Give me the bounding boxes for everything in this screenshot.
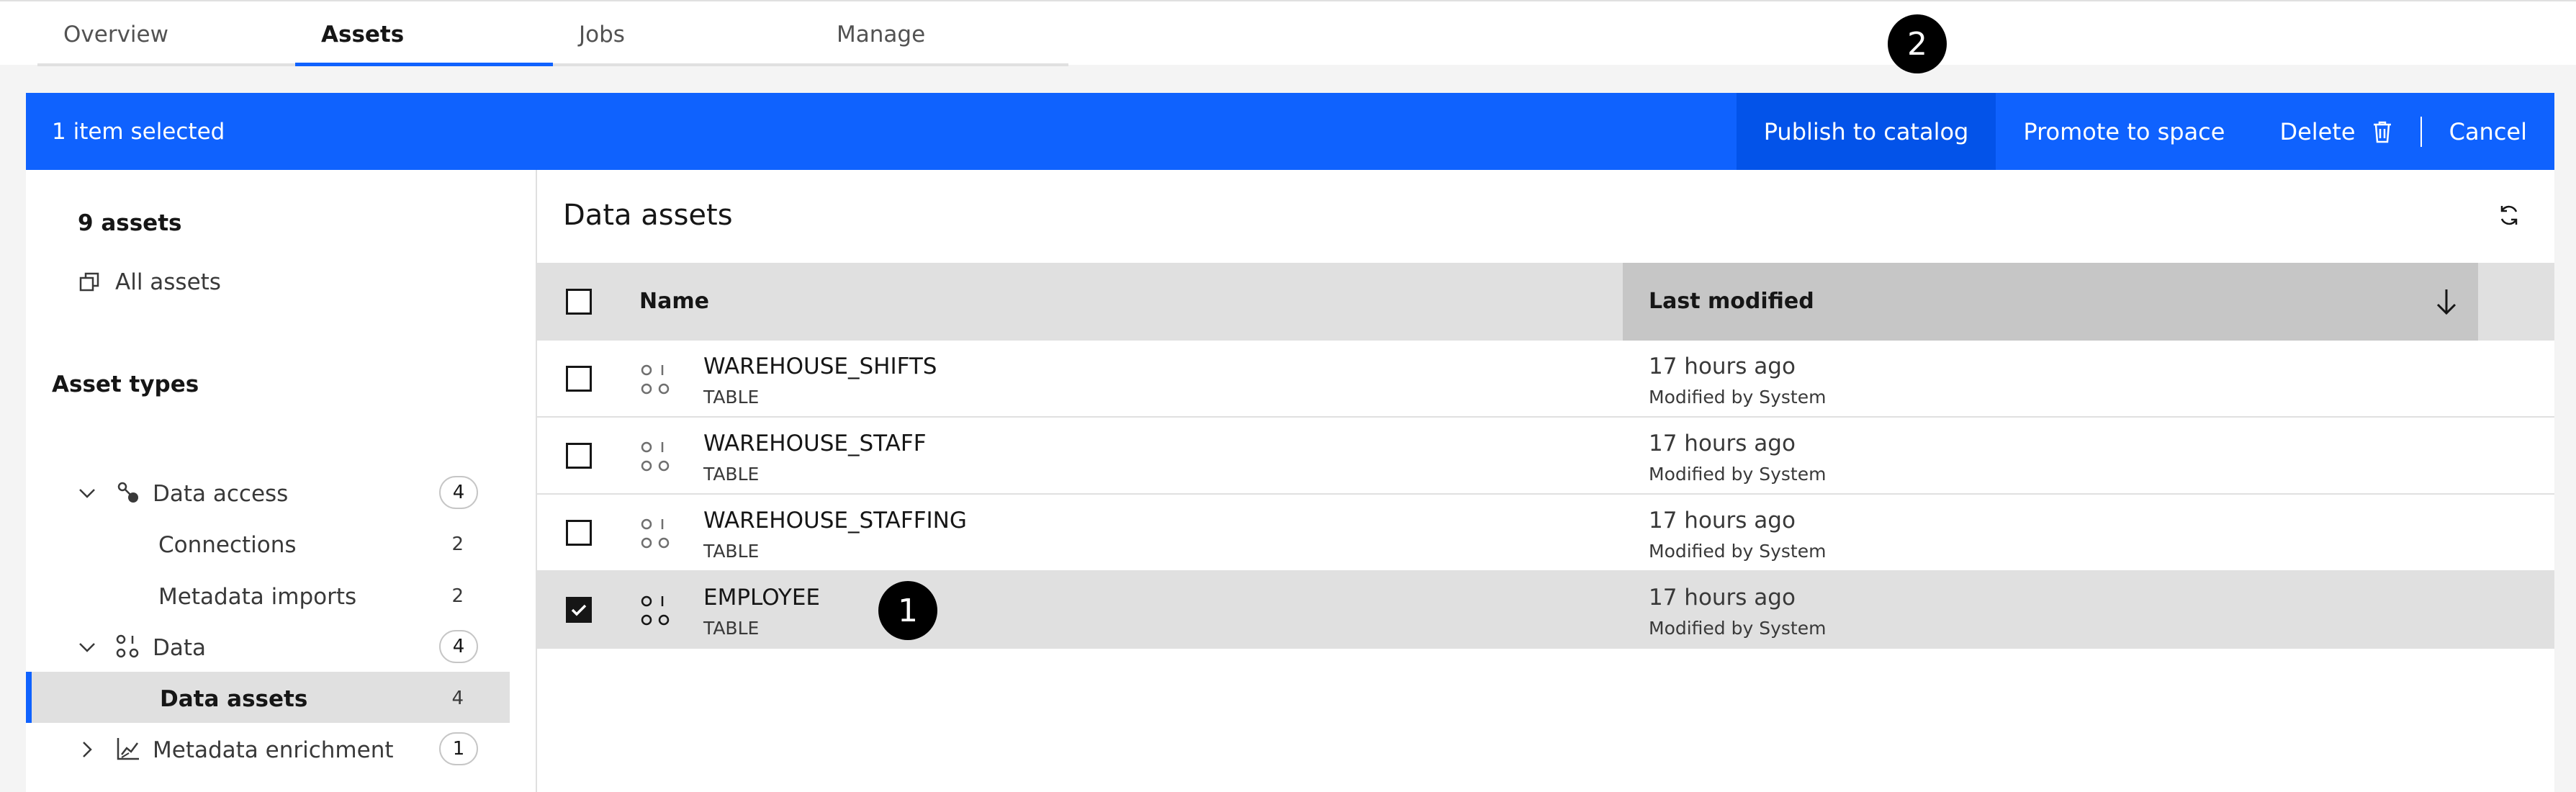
row-checkbox[interactable] (566, 443, 592, 469)
delete-button[interactable]: Delete (2252, 93, 2420, 170)
batch-actions: Publish to catalog Promote to space Dele… (1736, 93, 2554, 170)
column-label: Last modified (1649, 289, 1814, 314)
promote-to-space-button[interactable]: Promote to space (1996, 93, 2252, 170)
data-assets-panel: Data assets Name Last modified WAREHOUSE… (537, 170, 2554, 792)
tab-assets[interactable]: Assets (295, 1, 553, 66)
chevron-right-icon (83, 742, 92, 757)
row-checkbox-checked[interactable] (566, 597, 592, 623)
asset-type: TABLE (703, 618, 760, 639)
table-asset-icon (641, 364, 670, 395)
count-badge: 1 (439, 732, 478, 765)
modified-by: Modified by System (1649, 387, 1827, 408)
modified-by: Modified by System (1649, 541, 1827, 562)
count-badge: 4 (439, 630, 478, 663)
tab-jobs[interactable]: Jobs (553, 1, 811, 66)
row-checkbox[interactable] (566, 520, 592, 546)
asset-name[interactable]: WAREHOUSE_STAFFING (703, 508, 967, 534)
asset-type: TABLE (703, 387, 760, 408)
table-asset-icon (641, 441, 670, 472)
modified-time: 17 hours ago (1649, 431, 1796, 456)
chart-icon (117, 738, 139, 760)
table-asset-icon (641, 518, 670, 549)
asset-type-tree: Data access 4 Connections 2 Metadata imp… (26, 170, 537, 792)
asset-type: TABLE (703, 541, 760, 562)
chevron-down-icon (79, 489, 95, 498)
table-header: Name Last modified (537, 263, 2554, 341)
modified-time: 17 hours ago (1649, 585, 1796, 611)
refresh-icon[interactable] (2497, 203, 2521, 228)
row-checkbox[interactable] (566, 366, 592, 392)
tab-list: Overview Assets Jobs Manage (37, 1, 1068, 66)
publish-to-catalog-button[interactable]: Publish to catalog (1736, 93, 1996, 170)
modified-by: Modified by System (1649, 618, 1827, 639)
callout-badge-2: 2 (1888, 14, 1947, 73)
count-number: 2 (451, 585, 464, 607)
modified-time: 17 hours ago (1649, 508, 1796, 534)
table-asset-icon (641, 595, 670, 626)
top-tab-bar: Overview Assets Jobs Manage (0, 0, 2576, 66)
cancel-button[interactable]: Cancel (2422, 93, 2554, 170)
tree-label: Data (153, 635, 207, 661)
tree-item-data[interactable]: Data 4 (26, 621, 510, 672)
tab-manage[interactable]: Manage (811, 1, 1068, 66)
data-access-icon (117, 482, 138, 503)
table-row[interactable]: WAREHOUSE_STAFF TABLE 17 hours ago Modif… (537, 418, 2554, 495)
chevron-down-icon (79, 643, 95, 652)
asset-type: TABLE (703, 464, 760, 485)
asset-name[interactable]: WAREHOUSE_SHIFTS (703, 354, 937, 379)
tree-item-metadata-enrichment[interactable]: Metadata enrichment 1 (26, 723, 510, 774)
column-header-last-modified[interactable]: Last modified (1623, 263, 2478, 341)
table-row-selected[interactable]: EMPLOYEE TABLE 17 hours ago Modified by … (537, 572, 2554, 649)
tree-item-data-assets[interactable]: Data assets 4 (26, 672, 510, 723)
tree-item-connections[interactable]: Connections 2 (26, 518, 510, 569)
tree-label: Metadata enrichment (153, 737, 394, 763)
table-row[interactable]: WAREHOUSE_SHIFTS TABLE 17 hours ago Modi… (537, 341, 2554, 418)
trash-icon (2373, 121, 2391, 143)
modified-time: 17 hours ago (1649, 354, 1796, 379)
modified-by: Modified by System (1649, 464, 1827, 485)
table-row[interactable]: WAREHOUSE_STAFFING TABLE 17 hours ago Mo… (537, 495, 2554, 572)
tree-label: Data access (153, 481, 289, 507)
selected-count: 1 item selected (52, 119, 225, 145)
count-number: 4 (451, 688, 464, 709)
tree-label: Connections (158, 532, 297, 558)
column-header-name[interactable]: Name (639, 289, 709, 314)
select-all-checkbox[interactable] (566, 289, 592, 315)
batch-action-bar: 1 item selected Publish to catalog Promo… (26, 93, 2554, 170)
tree-item-metadata-imports[interactable]: Metadata imports 2 (26, 570, 510, 621)
tree-label: Data assets (160, 686, 308, 712)
data-icon (116, 634, 139, 658)
count-number: 2 (451, 534, 464, 555)
count-badge: 4 (439, 476, 478, 509)
asset-name[interactable]: EMPLOYEE (703, 585, 820, 611)
delete-label: Delete (2279, 117, 2356, 145)
checkmark-icon (571, 604, 587, 616)
asset-name[interactable]: WAREHOUSE_STAFF (703, 431, 927, 456)
page-title: Data assets (563, 199, 733, 232)
callout-badge-1: 1 (878, 581, 937, 640)
arrow-down-icon (2436, 289, 2456, 315)
tree-label: Metadata imports (158, 584, 357, 610)
tree-item-data-access[interactable]: Data access 4 (26, 467, 510, 518)
tab-overview[interactable]: Overview (37, 1, 295, 66)
